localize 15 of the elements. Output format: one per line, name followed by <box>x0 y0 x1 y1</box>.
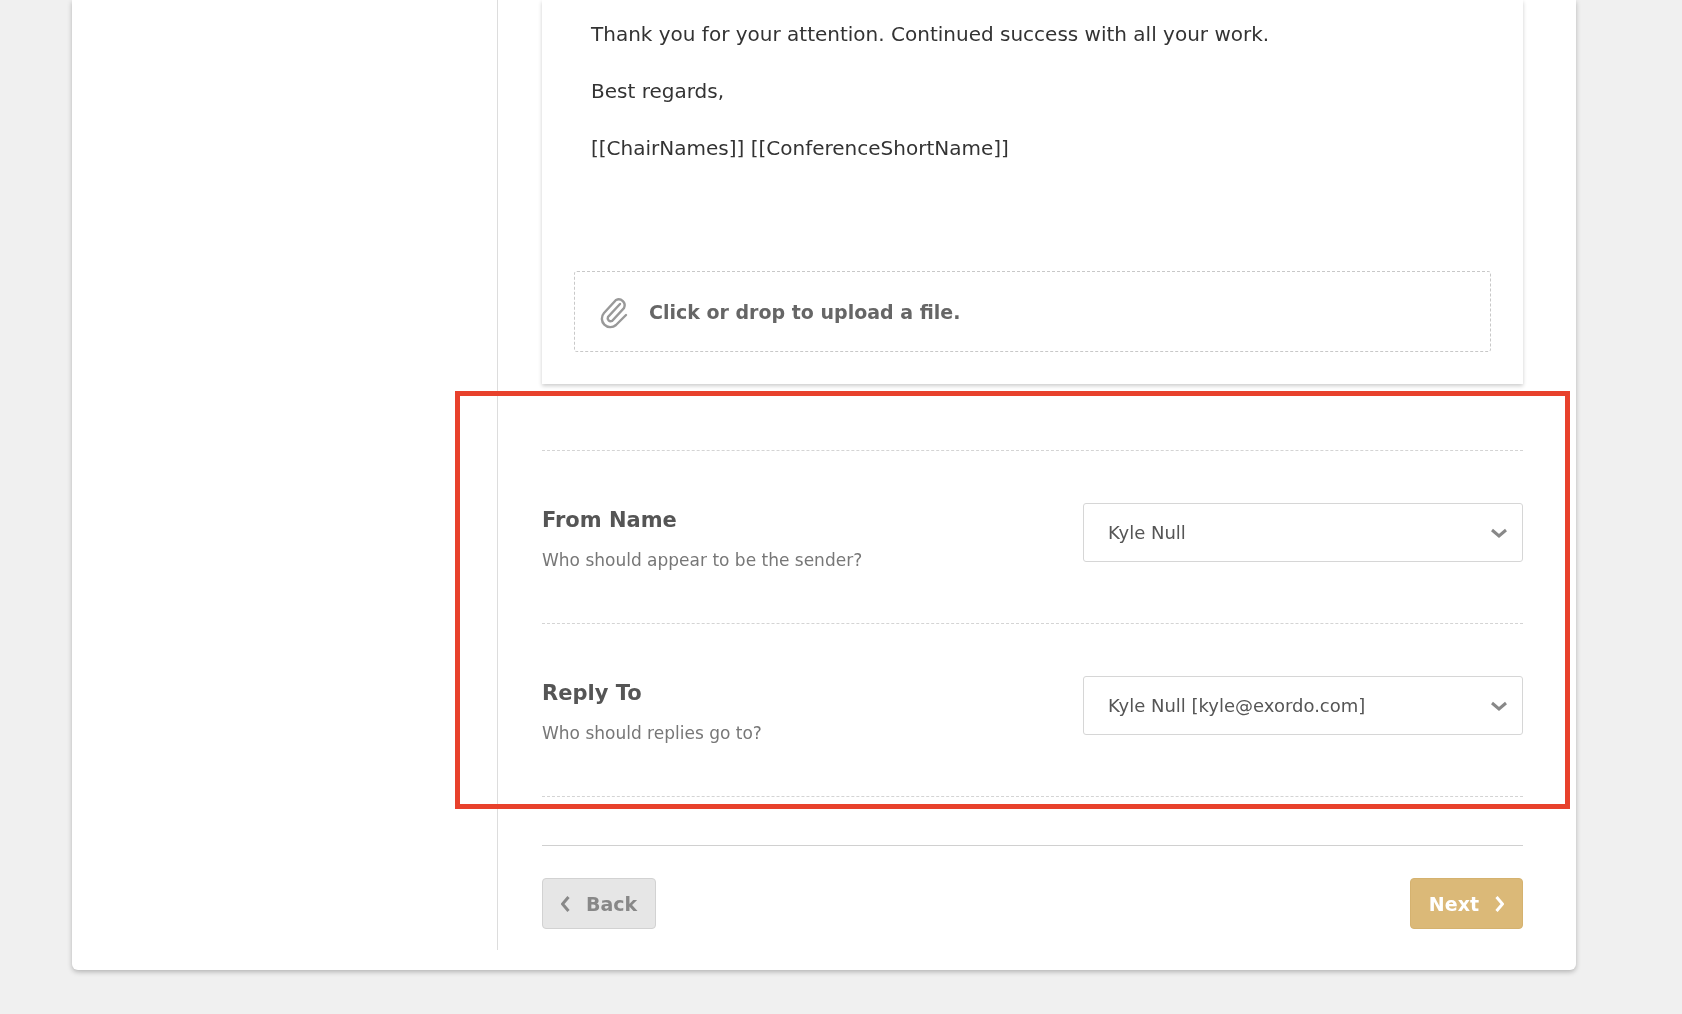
chevron-left-icon <box>561 895 570 912</box>
email-paragraph: Thank you for your attention. Continued success with all your work. <box>591 22 1271 47</box>
upload-prompt: Click or drop to upload a file. <box>649 300 961 323</box>
select-dropdown[interactable]: Kyle Null [kyle@exordo.com] <box>1083 676 1523 735</box>
select-dropdown[interactable]: Kyle Null <box>1083 503 1523 562</box>
field-hint: Who should appear to be the sender? <box>542 550 863 570</box>
email-paragraph: [[ChairNames]] [[ConferenceShortName]] <box>591 136 1010 161</box>
email-paragraph: Best regards, <box>591 79 726 104</box>
field-hint: Who should replies go to? <box>542 723 762 743</box>
chevron-down-icon <box>1490 526 1508 539</box>
chevron-down-icon <box>1490 699 1508 712</box>
field-label: Reply To <box>542 681 643 705</box>
file-upload-area[interactable]: Click or drop to upload a file. <box>574 271 1491 352</box>
chevron-right-icon <box>1495 895 1504 912</box>
field-label: From Name <box>542 508 678 532</box>
